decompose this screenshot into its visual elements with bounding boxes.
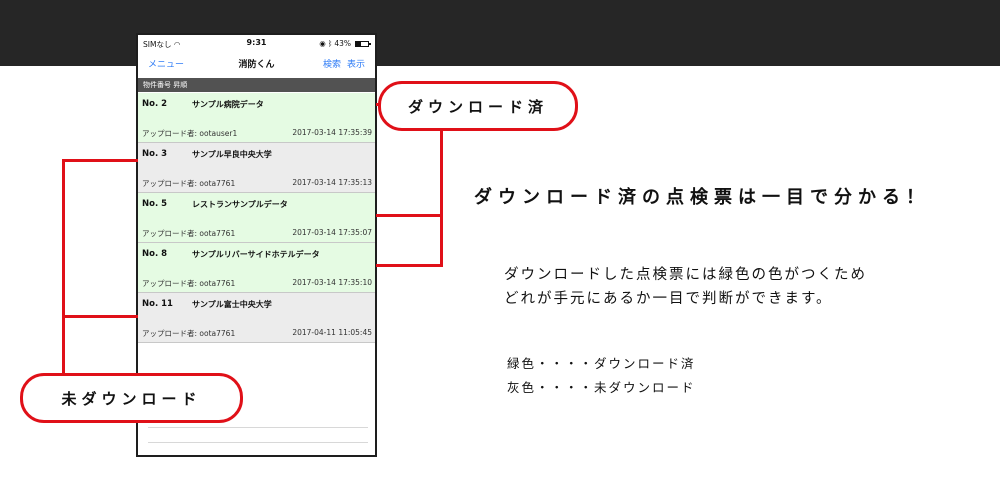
property-name: サンプル早良中央大学 (192, 150, 272, 159)
property-name: レストランサンプルデータ (192, 200, 288, 209)
property-list: No. 2 サンプル病院データ アップロード者: ootauser1 2017-… (138, 93, 375, 343)
lock-rotation-icon: ◉ (319, 39, 326, 48)
list-item[interactable]: No. 8 サンプルリバーサイドホテルデータ アップロード者: oota7761… (138, 243, 375, 293)
search-button[interactable]: 検索 (323, 57, 341, 70)
list-item[interactable]: No. 2 サンプル病院データ アップロード者: ootauser1 2017-… (138, 93, 375, 143)
upload-date: 2017-03-14 17:35:13 (292, 178, 372, 187)
empty-row-divider (148, 427, 368, 428)
description-line: どれが手元にあるか一目で判断ができます。 (504, 291, 833, 307)
battery-fill (356, 41, 362, 46)
sort-header[interactable]: 物件番号 昇順 (138, 78, 375, 92)
property-name: サンプル病院データ (192, 100, 264, 109)
uploader-label: アップロード者: oota7761 (142, 279, 236, 288)
connector-line (440, 128, 443, 267)
bluetooth-icon: ᛒ (327, 39, 333, 48)
callout-not-downloaded: 未ダウンロード (20, 373, 243, 423)
legend-gray: 灰色・・・・未ダウンロード (507, 380, 696, 395)
uploader-label: アップロード者: ootauser1 (142, 129, 238, 138)
uploader-label: アップロード者: oota7761 (142, 329, 236, 338)
nav-actions: 検索 表示 (323, 57, 365, 70)
connector-line (62, 315, 138, 318)
upload-date: 2017-04-11 11:05:45 (292, 328, 372, 337)
callout-downloaded: ダウンロード済 (378, 81, 578, 131)
status-bar: SIMなし ◠ 9:31 ◉ ᛒ 43% (138, 35, 375, 51)
empty-row-divider (148, 442, 368, 443)
color-legend: 緑色・・・・ダウンロード済 灰色・・・・未ダウンロード (507, 352, 696, 400)
connector-line (376, 264, 443, 267)
upload-date: 2017-03-14 17:35:07 (292, 228, 372, 237)
connector-line (62, 159, 65, 373)
description-line: ダウンロードした点検票には緑色の色がつくため (504, 267, 867, 283)
list-item[interactable]: No. 3 サンプル早良中央大学 アップロード者: oota7761 2017-… (138, 143, 375, 193)
upload-date: 2017-03-14 17:35:39 (292, 128, 372, 137)
uploader-label: アップロード者: oota7761 (142, 229, 236, 238)
battery-percent: 43% (334, 39, 351, 48)
display-button[interactable]: 表示 (347, 57, 365, 70)
headline: ダウンロード済の点検票は一目で分かる！ (474, 187, 930, 208)
property-number: No. 3 (142, 149, 168, 159)
property-number: No. 8 (142, 249, 168, 259)
property-number: No. 5 (142, 199, 168, 209)
property-name: サンプルリバーサイドホテルデータ (192, 250, 320, 259)
list-item[interactable]: No. 11 サンプル富士中央大学 アップロード者: oota7761 2017… (138, 293, 375, 343)
property-number: No. 11 (142, 299, 173, 309)
property-number: No. 2 (142, 99, 168, 109)
property-name: サンプル富士中央大学 (192, 300, 272, 309)
list-item[interactable]: No. 5 レストランサンプルデータ アップロード者: oota7761 201… (138, 193, 375, 243)
connector-line (62, 159, 138, 162)
uploader-label: アップロード者: oota7761 (142, 179, 236, 188)
nav-bar: メニュー 消防くん 検索 表示 (138, 51, 375, 75)
legend-green: 緑色・・・・ダウンロード済 (507, 356, 696, 371)
battery-icon (355, 40, 371, 47)
upload-date: 2017-03-14 17:35:10 (292, 278, 372, 287)
description: ダウンロードした点検票には緑色の色がつくため どれが手元にあるか一目で判断ができ… (504, 263, 867, 311)
connector-line (376, 214, 443, 217)
status-right: ◉ ᛒ 43% (319, 39, 371, 48)
